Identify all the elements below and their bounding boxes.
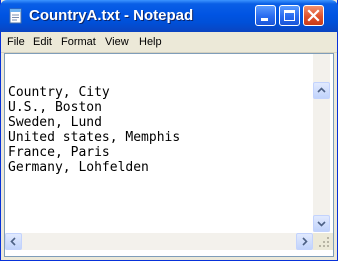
horizontal-scrollbar[interactable]: [5, 233, 313, 250]
text-editor[interactable]: Country, City U.S., Boston Sweden, Lund …: [4, 53, 334, 257]
close-button[interactable]: [303, 5, 324, 26]
minimize-button[interactable]: [255, 5, 276, 26]
title-bar[interactable]: CountryA.txt - Notepad: [0, 0, 338, 32]
text-line: Country, City: [8, 85, 110, 100]
document-text[interactable]: Country, City U.S., Boston Sweden, Lund …: [8, 85, 313, 175]
text-line: Germany, Lohfelden: [8, 160, 149, 175]
text-line: U.S., Boston: [8, 100, 102, 115]
menu-view[interactable]: View: [105, 35, 129, 49]
window-title: CountryA.txt - Notepad: [29, 7, 194, 24]
menu-file[interactable]: File: [7, 35, 25, 49]
resize-grip[interactable]: [313, 233, 333, 250]
text-line: Sweden, Lund: [8, 115, 102, 130]
scroll-down-button[interactable]: [313, 215, 330, 232]
menu-format[interactable]: Format: [61, 35, 96, 49]
text-line: United states, Memphis: [8, 130, 181, 145]
scroll-up-button[interactable]: [313, 82, 330, 99]
scroll-left-button[interactable]: [5, 233, 22, 250]
notepad-icon: [7, 7, 24, 24]
scroll-right-button[interactable]: [296, 233, 313, 250]
vertical-scrollbar[interactable]: [313, 54, 330, 232]
menu-bar: File Edit Format View Help: [1, 32, 337, 53]
resize-grip-icon: [313, 237, 333, 254]
menu-edit[interactable]: Edit: [33, 35, 52, 49]
maximize-button[interactable]: [279, 5, 300, 26]
notepad-window: CountryA.txt - Notepad File Edit Format …: [0, 0, 338, 261]
text-line: France, Paris: [8, 145, 110, 160]
menu-help[interactable]: Help: [139, 35, 162, 49]
